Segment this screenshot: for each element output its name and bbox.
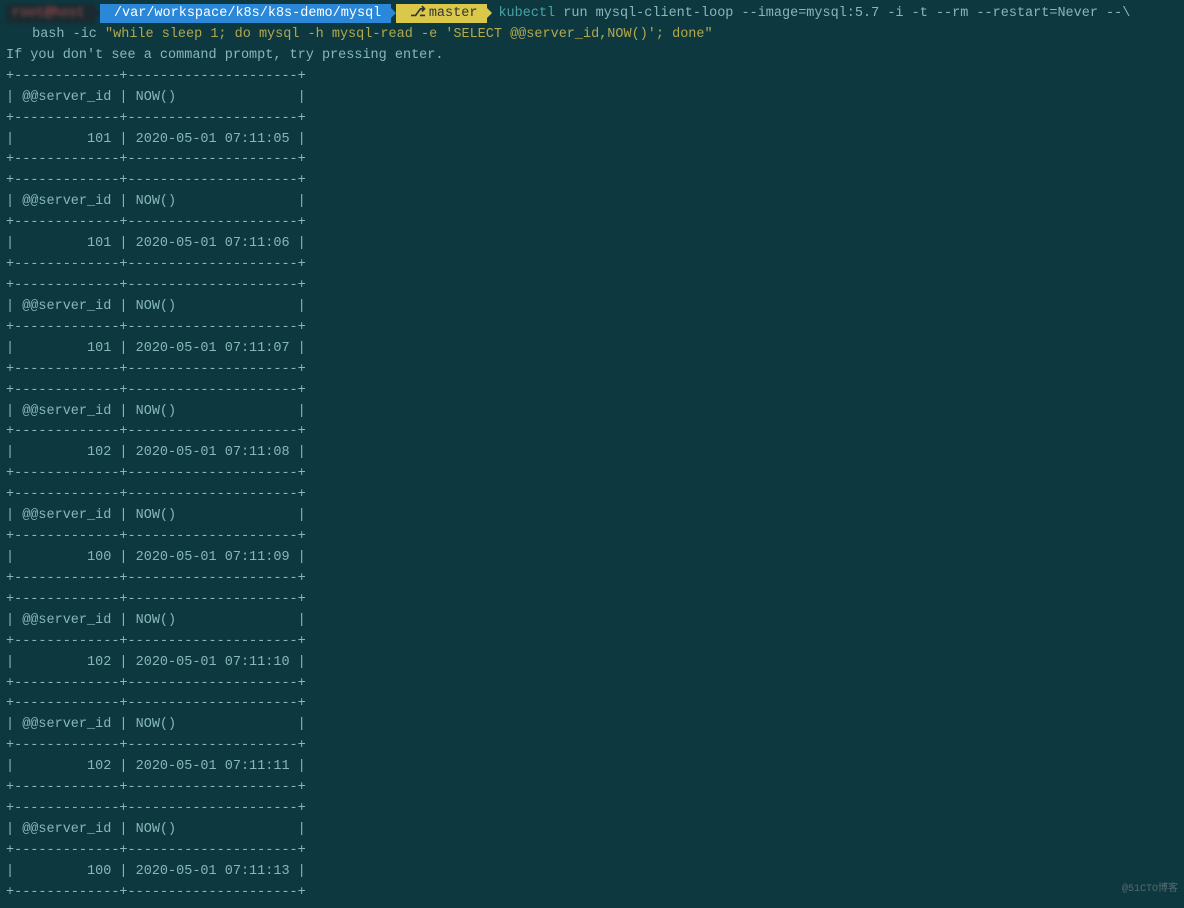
git-branch-label: master	[429, 6, 478, 21]
command-text: kubectl run mysql-client-loop --image=my…	[492, 6, 1130, 21]
prompt-git-segment: ⎇master	[396, 4, 487, 23]
watermark: @51CTO博客	[1122, 882, 1178, 898]
terminal-window[interactable]: root@host/var/workspace/k8s/k8s-demo/mys…	[0, 0, 1184, 908]
command-string: "while sleep 1; do mysql -h mysql-read -…	[105, 27, 713, 42]
command-prefix: bash -ic	[24, 27, 105, 42]
prompt-line-2: bash -ic "while sleep 1; do mysql -h mys…	[6, 25, 1178, 46]
command-keyword: kubectl	[498, 6, 555, 21]
git-branch-icon: ⎇	[410, 6, 426, 21]
prompt-path-segment: /var/workspace/k8s/k8s-demo/mysql	[100, 4, 391, 23]
chevron-right-icon	[483, 4, 492, 22]
prompt-line-1: root@host/var/workspace/k8s/k8s-demo/mys…	[6, 4, 1178, 25]
output-hint: If you don't see a command prompt, try p…	[6, 46, 1178, 67]
prompt-host-segment: root@host	[6, 4, 95, 23]
query-output: +-------------+---------------------+ | …	[6, 67, 1178, 904]
command-args: run mysql-client-loop --image=mysql:5.7 …	[563, 6, 1130, 21]
chevron-right-icon	[387, 4, 396, 22]
chevron-right-icon	[91, 4, 100, 22]
